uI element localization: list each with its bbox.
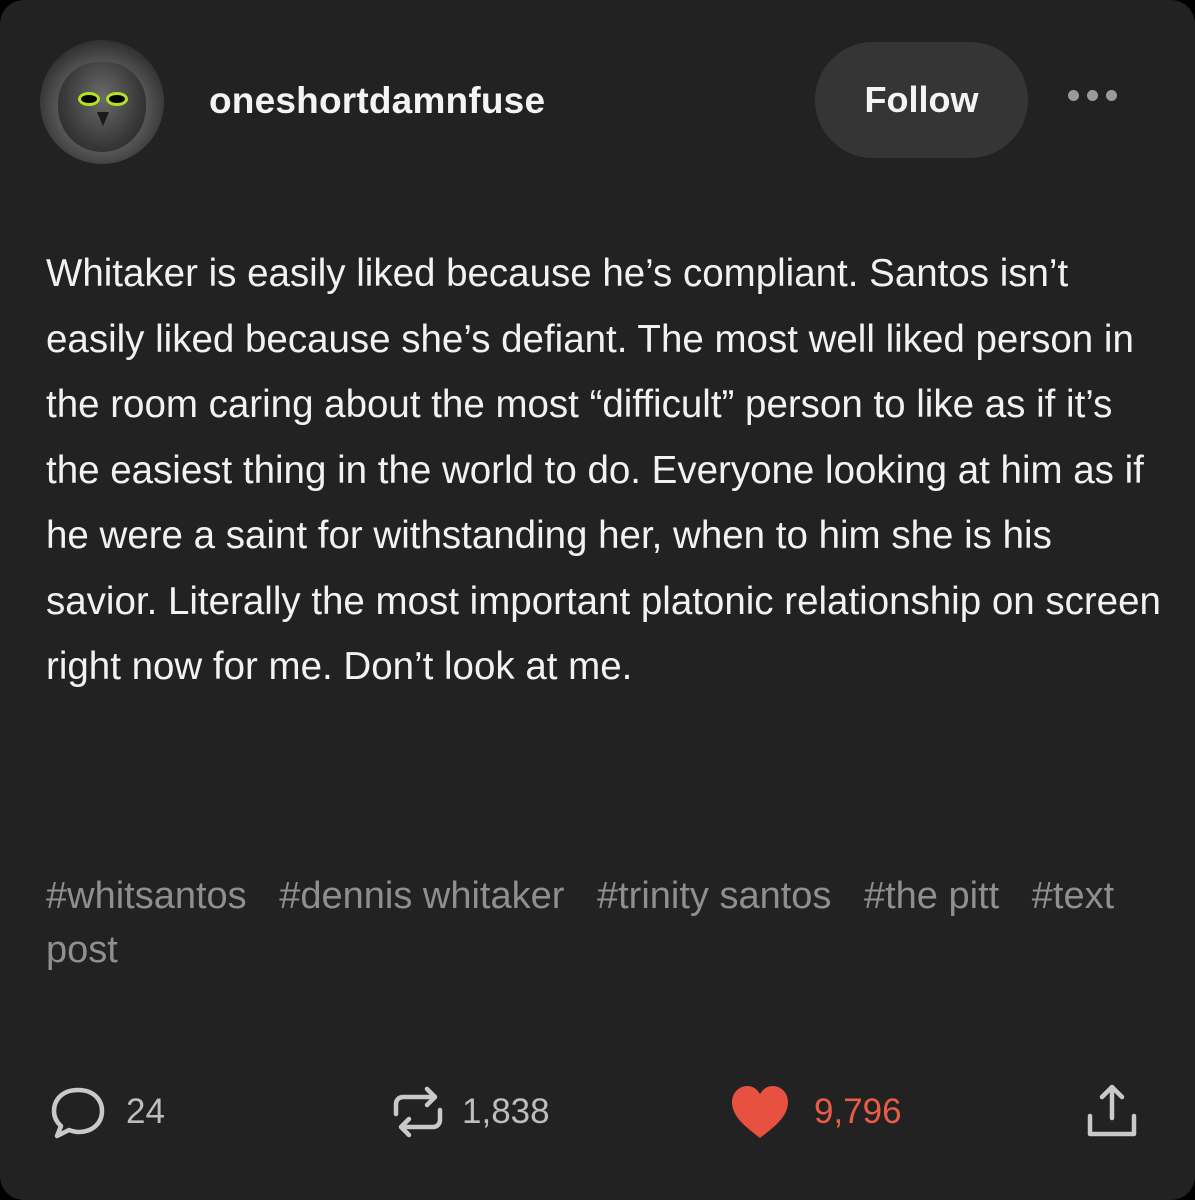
reblog-icon [388,1082,448,1142]
reblog-count: 1,838 [462,1092,550,1131]
tag-link[interactable]: #the pitt [864,875,999,917]
share-button[interactable] [1082,1084,1142,1140]
comment-count: 24 [126,1092,165,1131]
tag-link[interactable]: #dennis whitaker [279,875,564,917]
share-icon [1082,1082,1142,1142]
more-horizontal-icon[interactable] [1068,90,1117,101]
heart-icon [728,1084,792,1140]
tag-link[interactable]: #trinity santos [597,875,831,917]
post-body-text: Whitaker is easily liked because he’s co… [46,252,1161,688]
tag-list: #whitsantos #dennis whitaker #trinity sa… [46,869,1146,977]
reblog-button[interactable]: 1,838 [388,1084,550,1140]
more-dot [1068,90,1079,101]
comments-button[interactable]: 24 [48,1084,165,1140]
owl-eye-right [106,92,128,106]
more-dot [1087,90,1098,101]
user-avatar[interactable] [40,40,164,164]
follow-button[interactable]: Follow [815,42,1028,158]
like-button[interactable]: 9,796 [728,1084,902,1140]
owl-beak [97,112,109,126]
post-card: oneshortdamnfuse Follow Whitaker is easi… [0,0,1195,1200]
owl-face [58,62,146,152]
comment-bubble-icon [48,1084,112,1140]
like-count: 9,796 [814,1092,902,1131]
owl-eye-left [78,92,100,106]
username-link[interactable]: oneshortdamnfuse [209,80,545,122]
more-dot [1106,90,1117,101]
tag-link[interactable]: #whitsantos [46,875,247,917]
